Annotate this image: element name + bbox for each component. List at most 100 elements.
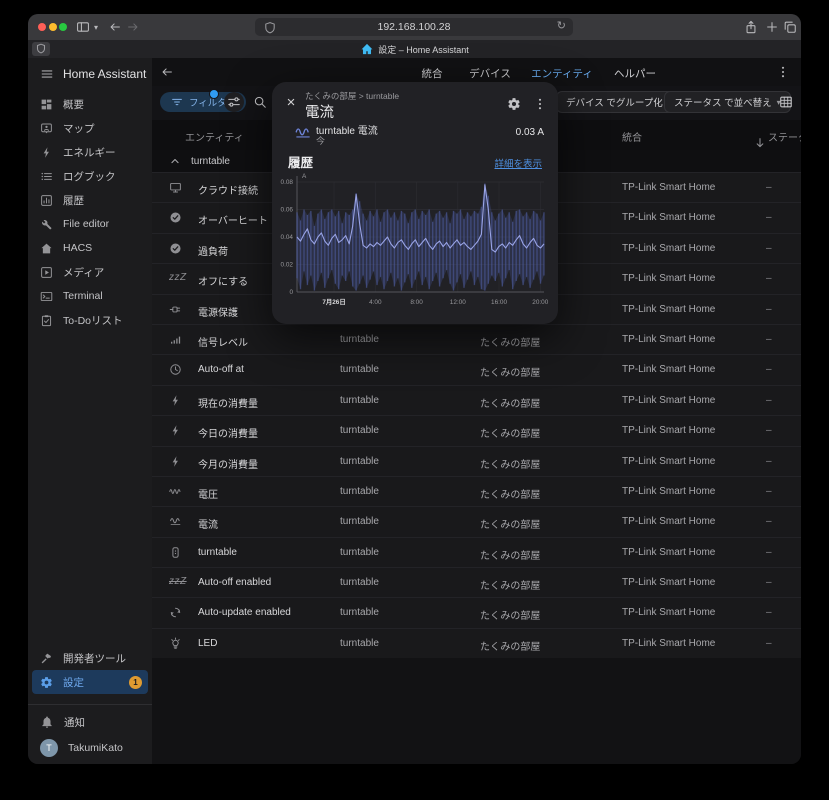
menu-icon[interactable] (40, 67, 54, 81)
area-name: たくみの部屋 (480, 395, 540, 410)
entity-name: 過負荷 (198, 243, 228, 258)
device-name: turntable (340, 638, 379, 649)
sidebar-item-label: 履歴 (63, 193, 84, 208)
signal-icon (169, 333, 182, 346)
zoom-window-button[interactable] (59, 23, 67, 31)
sidebar-item-todo-list[interactable]: To-Doリスト (28, 308, 152, 332)
nav-tab-3[interactable]: エンティティ (531, 66, 593, 81)
integration-name: TP-Link Smart Home (622, 607, 715, 618)
table-settings-button[interactable] (776, 92, 796, 112)
table-row-auto-off-at[interactable]: Auto-off atturntableたくみの部屋TP-Link Smart … (152, 354, 801, 384)
show-tabs-button[interactable] (783, 18, 797, 36)
table-row-auto-off-enabled[interactable]: zzZAuto-off enabledturntableたくみの部屋TP-Lin… (152, 567, 801, 597)
dialog-overflow-button[interactable] (530, 94, 550, 114)
entity-name: 今月の消費量 (198, 456, 258, 471)
check-circle-icon (169, 211, 182, 224)
sidebar-item-media[interactable]: メディア (28, 260, 152, 284)
entity-name: 電源保護 (198, 304, 238, 319)
show-details-link[interactable]: 詳細を表示 (494, 156, 542, 170)
shield-icon (263, 21, 277, 35)
svg-text:0.02: 0.02 (281, 262, 294, 269)
area-name: たくみの部屋 (480, 364, 540, 379)
area-name: たくみの部屋 (480, 577, 540, 592)
column-header-status[interactable]: ステータス (768, 129, 801, 144)
sidebar-toggle-icon[interactable] (76, 18, 90, 36)
hammer-icon (40, 652, 53, 665)
svg-text:A: A (302, 173, 307, 180)
svg-text:8:00: 8:00 (410, 299, 423, 306)
entity-name: 電圧 (198, 486, 218, 501)
sidebar-item-label: マップ (63, 121, 95, 136)
dialog-close-button[interactable]: × (280, 91, 302, 113)
reload-icon[interactable]: ↻ (557, 19, 566, 32)
status-value: – (766, 182, 772, 193)
new-tab-button[interactable] (765, 18, 779, 36)
sidebar-item-label: 概要 (63, 97, 84, 112)
group-by-dropdown[interactable]: デバイス でグループ化 ▾ (556, 91, 682, 113)
share-button[interactable] (744, 18, 758, 36)
integration-name: TP-Link Smart Home (622, 577, 715, 588)
back-button[interactable] (108, 18, 122, 36)
sidebar-item-overview[interactable]: 概要 (28, 92, 152, 116)
table-row-signal-level[interactable]: 信号レベルturntableたくみの部屋TP-Link Smart Home– (152, 324, 801, 354)
column-header-integration[interactable]: 統合 (622, 129, 642, 144)
clipboard-check-icon (40, 314, 53, 327)
filter-active-badge (209, 89, 219, 99)
status-value: – (766, 273, 772, 284)
nav-overflow-button[interactable] (776, 63, 790, 81)
dialog-settings-button[interactable] (504, 94, 524, 114)
sidebar: Home Assistant 概要マップエネルギーログブック履歴File edi… (28, 58, 152, 764)
nav-back-button[interactable] (160, 63, 174, 81)
integration-name: TP-Link Smart Home (622, 334, 715, 345)
table-row-today-consumption[interactable]: 今日の消費量turntableたくみの部屋TP-Link Smart Home– (152, 415, 801, 445)
pinned-tab[interactable] (32, 42, 50, 56)
close-window-button[interactable] (38, 23, 46, 31)
tab-group-chevron-icon[interactable]: ▾ (94, 18, 98, 36)
sidebar-item-notifications[interactable]: 通知 (28, 710, 152, 734)
device-name: turntable (340, 425, 379, 436)
table-row-auto-update-enabled[interactable]: Auto-update enabledturntableたくみの部屋TP-Lin… (152, 597, 801, 627)
table-row-turntable[interactable]: turntableturntableたくみの部屋TP-Link Smart Ho… (152, 537, 801, 567)
sidebar-item-developer-tools[interactable]: 開発者ツール (28, 646, 152, 670)
filter-icon (170, 95, 184, 109)
sidebar-item-logbook[interactable]: ログブック (28, 164, 152, 188)
entity-name: LED (198, 638, 217, 649)
sidebar-item-map[interactable]: マップ (28, 116, 152, 140)
table-row-voltage[interactable]: 電圧turntableたくみの部屋TP-Link Smart Home– (152, 476, 801, 506)
flash-icon (169, 455, 182, 468)
sidebar-item-settings[interactable]: 設定1 (32, 670, 148, 694)
column-header-entity[interactable]: エンティティ (185, 129, 244, 144)
table-row-led[interactable]: LEDturntableたくみの部屋TP-Link Smart Home– (152, 628, 801, 658)
search-button[interactable] (250, 92, 270, 112)
sidebar-items: 概要マップエネルギーログブック履歴 File editorHACSメディア Term… (28, 92, 152, 332)
sidebar-item-label: Terminal (63, 290, 103, 302)
sort-dropdown[interactable]: ステータス で並べ替え ▾ (664, 91, 791, 113)
minimize-window-button[interactable] (49, 23, 57, 31)
sidebar-item-energy[interactable]: エネルギー (28, 140, 152, 164)
nav-tab-4[interactable]: ヘルパー (614, 66, 656, 81)
sidebar-item-user[interactable]: T TakumiKato (28, 736, 152, 760)
nav-tab-2[interactable]: デバイス (469, 66, 511, 81)
table-row-month-consumption[interactable]: 今月の消費量turntableたくみの部屋TP-Link Smart Home– (152, 446, 801, 476)
integration-name: TP-Link Smart Home (622, 395, 715, 406)
svg-text:20:00: 20:00 (532, 299, 548, 306)
sidebar-item-terminal[interactable]: Terminal (28, 284, 152, 308)
device-name: turntable (340, 486, 379, 497)
table-row-current-consumption[interactable]: 現在の消費量turntableたくみの部屋TP-Link Smart Home– (152, 385, 801, 415)
entity-name: オーバーヒート (198, 212, 268, 227)
status-value: – (766, 364, 772, 375)
sidebar-item-history[interactable]: 履歴 (28, 188, 152, 212)
nav-tab-1[interactable]: 統合 (422, 66, 443, 81)
sidebar-item-file-editor[interactable]: File editor (28, 212, 152, 236)
tabs-overview-icon (783, 20, 797, 34)
table-row-current[interactable]: 電流turntableたくみの部屋TP-Link Smart Home– (152, 506, 801, 536)
sidebar-item-hacs[interactable]: HACS (28, 236, 152, 260)
dialog-entity-name[interactable]: turntable 電流 (316, 122, 378, 137)
filter-settings-button[interactable] (224, 92, 244, 112)
url-field[interactable]: 192.168.100.28 ↻ (255, 18, 573, 36)
integration-name: TP-Link Smart Home (622, 182, 715, 193)
active-browser-tab[interactable]: 設定 – Home Assistant (360, 42, 469, 56)
back-arrow-icon (108, 20, 122, 34)
forward-button[interactable] (126, 18, 140, 36)
dots-vertical-icon (533, 97, 547, 111)
